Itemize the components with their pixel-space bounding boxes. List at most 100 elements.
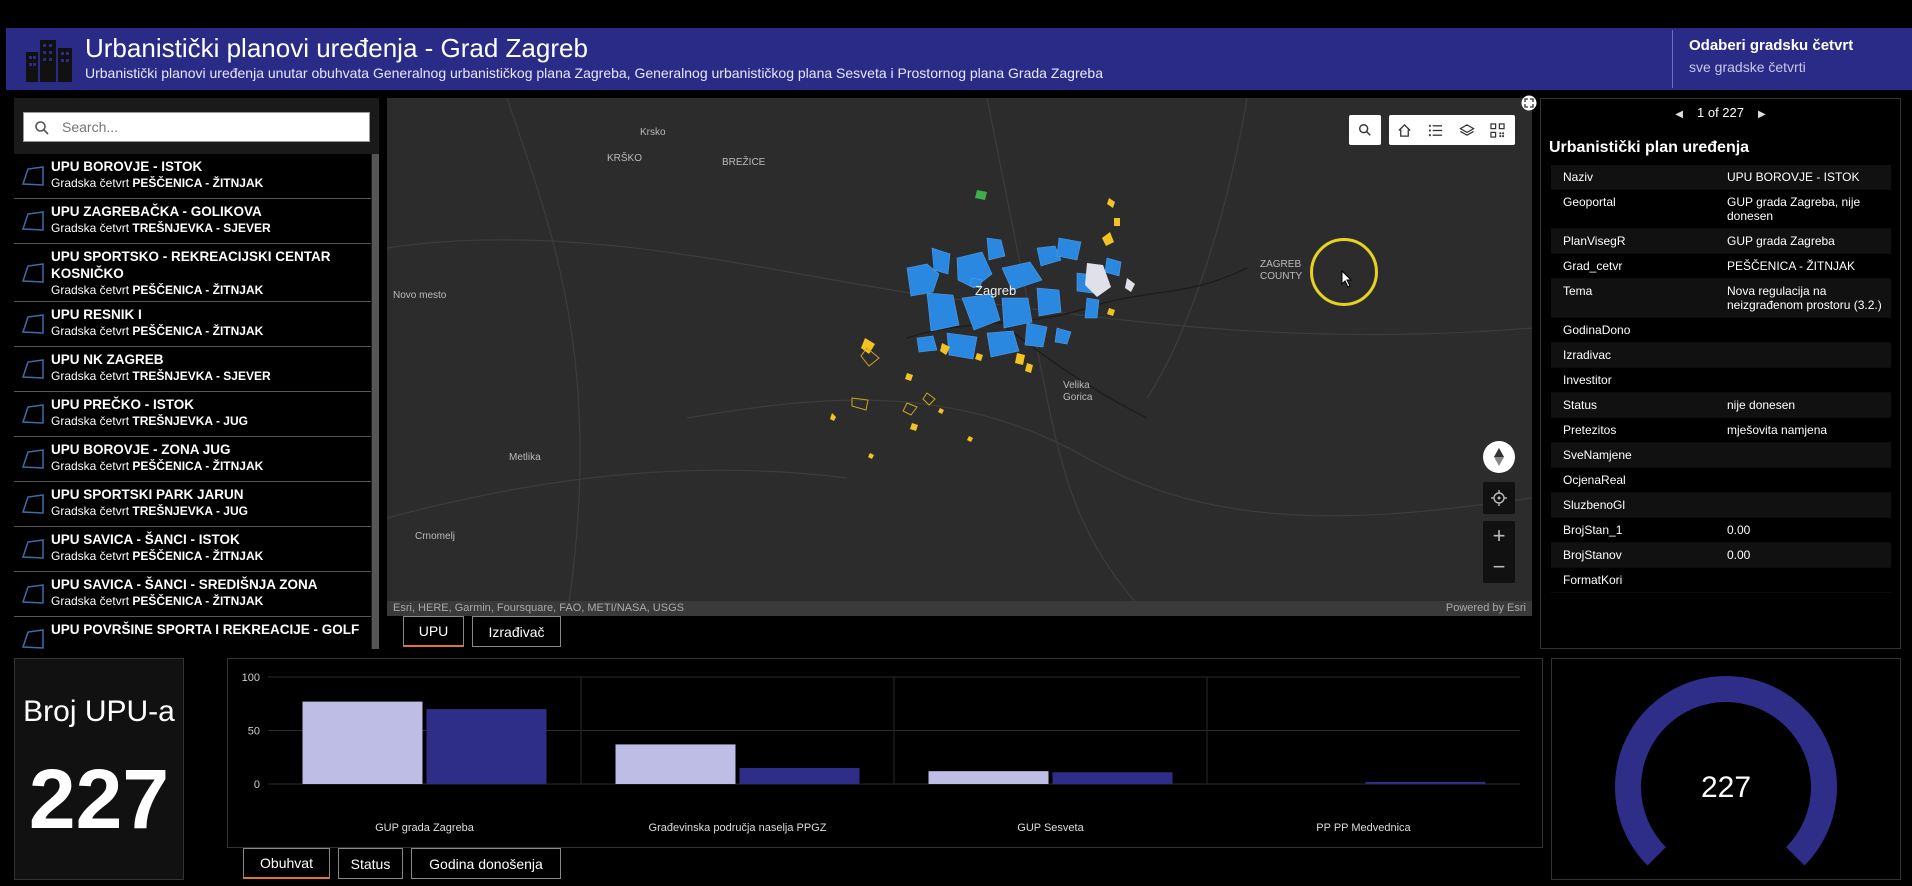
- attribute-key: SluzbenoGl: [1563, 498, 1626, 512]
- map-search-button[interactable]: [1349, 115, 1381, 145]
- tab-status[interactable]: Status: [338, 848, 403, 879]
- tab-godina-donosenja[interactable]: Godina donošenja: [411, 848, 561, 879]
- list-item[interactable]: UPU SPORTSKI PARK JARUN Gradska četvrt TR…: [14, 482, 371, 527]
- attribute-key: Status: [1563, 398, 1598, 412]
- list-item-title: UPU NK ZAGREB: [51, 352, 164, 367]
- polygon-icon: [21, 629, 44, 649]
- attribute-value: nije donesen: [1727, 398, 1796, 412]
- tab-obuhvat[interactable]: Obuhvat: [243, 848, 330, 879]
- legend-list-icon: [1428, 124, 1443, 136]
- attribute-key: PlanVisegR: [1563, 234, 1626, 248]
- list-item-district: Gradska četvrt PEŠČENICA - ŽITNJAK: [51, 176, 264, 190]
- search-box[interactable]: [23, 112, 370, 142]
- gauge-min-label: 0: [1653, 877, 1660, 879]
- x-category-label: PP PP Medvednica: [1316, 822, 1411, 834]
- y-tick-label: 100: [242, 672, 260, 684]
- list-item[interactable]: UPU BOROVJE - ISTOK Gradska četvrt PEŠČEN…: [14, 154, 371, 199]
- attribute-value: [1727, 498, 1891, 512]
- map-view[interactable]: Krsko KRŠKO BREŽICE Novo mesto Zagreb ZA…: [387, 98, 1532, 616]
- district-selector-label[interactable]: Odaberi gradsku četvrt: [1689, 37, 1853, 54]
- attribute-row: BrojStanov 0.00: [1551, 543, 1891, 568]
- list-item[interactable]: UPU SAVICA - ŠANCI - ISTOK Gradska četvrt…: [14, 527, 371, 572]
- list-item-title: UPU BOROVJE - ISTOK: [51, 159, 203, 174]
- attribute-value: mješovita namjena: [1727, 423, 1828, 437]
- x-category-label: GUP Sesveta: [1017, 822, 1084, 834]
- list-item-title: UPU SAVICA - ŠANCI - SREDIŠNJA ZONA: [51, 577, 318, 592]
- attribute-key: SveNamjene: [1563, 448, 1632, 462]
- tab-upu[interactable]: UPU: [403, 616, 464, 647]
- layers-button[interactable]: [1451, 115, 1482, 145]
- attribute-value: [1727, 348, 1891, 362]
- attribute-key: GodinaDono: [1563, 323, 1631, 337]
- attribute-value: Nova regulacija na neizgrađenom prostoru…: [1727, 284, 1882, 312]
- home-button[interactable]: [1389, 115, 1420, 145]
- details-title: Urbanistički plan uređenja: [1549, 139, 1750, 156]
- attribute-value: PEŠČENICA - ŽITNJAK: [1727, 259, 1856, 273]
- tab-izradivac[interactable]: Izrađivač: [472, 616, 561, 647]
- list-item[interactable]: UPU NK ZAGREB Gradska četvrt TREŠNJEVKA -…: [14, 347, 371, 392]
- list-item[interactable]: UPU BOROVJE - ZONA JUG Gradska četvrt PEŠ…: [14, 437, 371, 482]
- zoom-in-button[interactable]: +: [1483, 521, 1515, 552]
- city-buildings-icon: [26, 40, 72, 82]
- attribute-value: GUP grada Zagreba, nije donesen: [1727, 195, 1861, 223]
- attribute-value: GUP grada Zagreba: [1727, 234, 1835, 248]
- map-canvas: [387, 98, 1532, 616]
- map-label-metlika: Metlika: [509, 452, 541, 463]
- attribute-key: Grad_cetvr: [1563, 259, 1623, 273]
- list-item-title: UPU SAVICA - ŠANCI - ISTOK: [51, 532, 240, 547]
- attribute-value: [1727, 473, 1891, 487]
- feature-pager: ◀ 1 of 227 ▶: [1541, 105, 1900, 120]
- search-icon: [1359, 124, 1371, 136]
- polygon-icon: [21, 494, 44, 514]
- attribute-row: Tema Nova regulacija na neizgrađenom pros…: [1551, 279, 1891, 318]
- attribute-value: 0.00: [1727, 523, 1751, 537]
- list-item[interactable]: UPU SAVICA - ŠANCI - SREDIŠNJA ZONA Grads…: [14, 572, 371, 617]
- attribute-row: SluzbenoGl: [1551, 493, 1891, 518]
- qr-code-button[interactable]: [1482, 115, 1513, 145]
- app-header: Urbanistički planovi uređenja - Grad Zag…: [6, 28, 1912, 90]
- powered-by-esri[interactable]: Powered by Esri: [1446, 602, 1526, 614]
- compass-button[interactable]: [1483, 441, 1515, 473]
- list-item[interactable]: UPU ZAGREBAČKA - GOLIKOVA Gradska četvrt …: [14, 199, 371, 244]
- attribution-text: Esri, HERE, Garmin, Foursquare, FAO, MET…: [393, 602, 684, 614]
- attribute-row: Status nije donesen: [1551, 393, 1891, 418]
- district-selector-value[interactable]: sve gradske četvrti: [1689, 59, 1806, 75]
- attribute-value: [1727, 373, 1891, 387]
- attribute-value: [1727, 573, 1891, 587]
- list-item-district: Gradska četvrt PEŠČENICA - ŽITNJAK: [51, 283, 264, 297]
- polygon-icon: [21, 584, 44, 604]
- next-arrow-icon[interactable]: ▶: [1758, 109, 1766, 120]
- list-item[interactable]: UPU SPORTSKO - REKREACIJSKI CENTAR KOSNI…: [14, 244, 371, 302]
- attribute-row: Investitor: [1551, 368, 1891, 393]
- legend-button[interactable]: [1420, 115, 1451, 145]
- previous-arrow-icon[interactable]: ◀: [1675, 109, 1683, 120]
- attribute-row: OcjenaReal: [1551, 468, 1891, 493]
- list-scrollbar[interactable]: [372, 154, 379, 649]
- attribute-row: Geoportal GUP grada Zagreba, nije donesen: [1551, 190, 1891, 229]
- list-item[interactable]: UPU PREČKO - ISTOK Gradska četvrt TREŠNJE…: [14, 392, 371, 437]
- list-item[interactable]: UPU RESNIK I Gradska četvrt PEŠČENICA - Ž…: [14, 302, 371, 347]
- plan-list: UPU BOROVJE - ISTOK Gradska četvrt PEŠČEN…: [14, 154, 371, 649]
- plan-list-panel: UPU BOROVJE - ISTOK Gradska četvrt PEŠČEN…: [14, 98, 379, 649]
- locate-button[interactable]: [1483, 482, 1515, 514]
- polygon-icon: [21, 539, 44, 559]
- bar: [302, 701, 423, 784]
- zoom-out-button[interactable]: −: [1483, 552, 1515, 583]
- bar: [1365, 781, 1486, 784]
- layers-icon: [1458, 123, 1475, 136]
- map-label-novo-mesto: Novo mesto: [393, 290, 447, 301]
- attribute-key: Pretezitos: [1563, 423, 1617, 437]
- polygon-icon: [21, 314, 44, 334]
- attribute-table: Naziv UPU BOROVJE - ISTOK Geoportal GUP gra…: [1551, 165, 1891, 593]
- pager-text: 1 of 227: [1697, 105, 1744, 120]
- bar: [615, 744, 736, 784]
- list-item[interactable]: UPU POVRŠINE SPORTA I REKREACIJE - GOLF: [14, 617, 371, 649]
- list-item-district: Gradska četvrt PEŠČENICA - ŽITNJAK: [51, 549, 264, 563]
- attribute-row: SveNamjene: [1551, 443, 1891, 468]
- expand-icon[interactable]: [1521, 95, 1537, 111]
- list-item-district: Gradska četvrt TREŠNJEVKA - JUG: [51, 414, 248, 428]
- y-tick-label: 50: [248, 726, 260, 738]
- list-item-district: Gradska četvrt TREŠNJEVKA - JUG: [51, 504, 248, 518]
- search-input[interactable]: [62, 117, 362, 137]
- map-label-crnomelj: Crnomelj: [415, 531, 456, 542]
